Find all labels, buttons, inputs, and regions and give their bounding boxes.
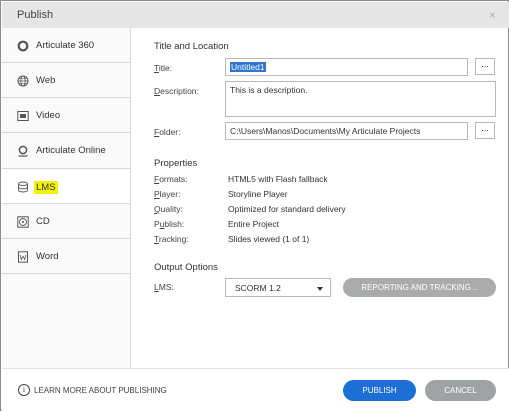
publish-settings-panel: Title and Location Title: Untitled1 ... … [132,28,509,368]
dialog-footer: i LEARN MORE ABOUT PUBLISHING PUBLISH CA… [2,368,509,411]
title-value: Untitled1 [230,62,266,72]
title-label: Title: [154,63,173,73]
sidebar-item-label: LMS [34,181,58,194]
articulate-360-icon [17,40,29,52]
word-document-icon [18,251,28,263]
tracking-label[interactable]: Tracking: [154,234,189,244]
player-label[interactable]: Player: [154,189,180,199]
globe-icon [17,75,29,87]
quality-value[interactable]: Optimized for standard delivery [228,204,346,214]
publish-button[interactable]: PUBLISH [343,380,416,401]
formats-label[interactable]: Formats: [154,174,188,184]
lms-dropdown[interactable]: SCORM 1.2 [225,278,331,297]
sidebar-item-label: Word [36,251,59,262]
tracking-value[interactable]: Slides viewed (1 of 1) [228,234,309,244]
sidebar-item-articulate-online[interactable]: Articulate Online [2,133,130,169]
sidebar-item-label: Articulate 360 [36,40,95,51]
description-label: Description: [154,86,199,96]
cancel-button[interactable]: CANCEL [425,380,496,401]
browse-folder-button[interactable]: ... [475,122,495,139]
publish-scope-label[interactable]: Publish: [154,219,184,229]
player-value[interactable]: Storyline Player [228,189,288,199]
formats-value[interactable]: HTML5 with Flash fallback [228,174,328,184]
publish-target-sidebar: Articulate 360 Web Video Articulate Onli… [2,28,131,368]
video-icon [17,111,29,121]
reporting-and-tracking-button[interactable]: REPORTING AND TRACKING... [343,278,496,297]
folder-field[interactable]: C:\Users\Manos\Documents\My Articulate P… [225,122,468,140]
info-icon[interactable]: i [18,384,30,396]
sidebar-item-label: CD [36,216,50,227]
lms-selected-value: SCORM 1.2 [235,283,281,293]
sidebar-item-cd[interactable]: CD [2,204,130,239]
title-field[interactable]: Untitled1 [225,58,468,76]
properties-heading: Properties [154,158,198,169]
description-field[interactable]: This is a description. [225,81,496,117]
sidebar-item-articulate-360[interactable]: Articulate 360 [2,28,130,63]
title-options-button[interactable]: ... [475,58,495,75]
sidebar-item-label: Articulate Online [36,145,106,156]
learn-more-link[interactable]: LEARN MORE ABOUT PUBLISHING [34,386,167,395]
cd-icon [17,216,29,228]
sidebar-item-lms[interactable]: LMS [2,169,130,204]
sidebar-item-label: Web [36,75,56,86]
output-options-heading: Output Options [154,262,218,273]
database-icon [18,181,28,193]
lms-label: LMS: [154,282,174,292]
publish-scope-value[interactable]: Entire Project [228,219,279,229]
chevron-down-icon [317,287,323,291]
dialog-title: Publish [17,9,54,21]
title-bar: Publish × [2,2,509,28]
articulate-online-icon [18,145,28,157]
folder-label: Folder: [154,127,181,137]
publish-dialog: Publish × Articulate 360 Web Video Artic… [0,0,509,411]
sidebar-item-web[interactable]: Web [2,63,130,98]
sidebar-item-video[interactable]: Video [2,98,130,133]
title-and-location-heading: Title and Location [154,41,229,52]
sidebar-item-label: Video [36,110,61,121]
sidebar-item-word[interactable]: Word [2,239,130,274]
quality-label[interactable]: Quality: [154,204,183,214]
close-icon[interactable]: × [489,8,496,22]
